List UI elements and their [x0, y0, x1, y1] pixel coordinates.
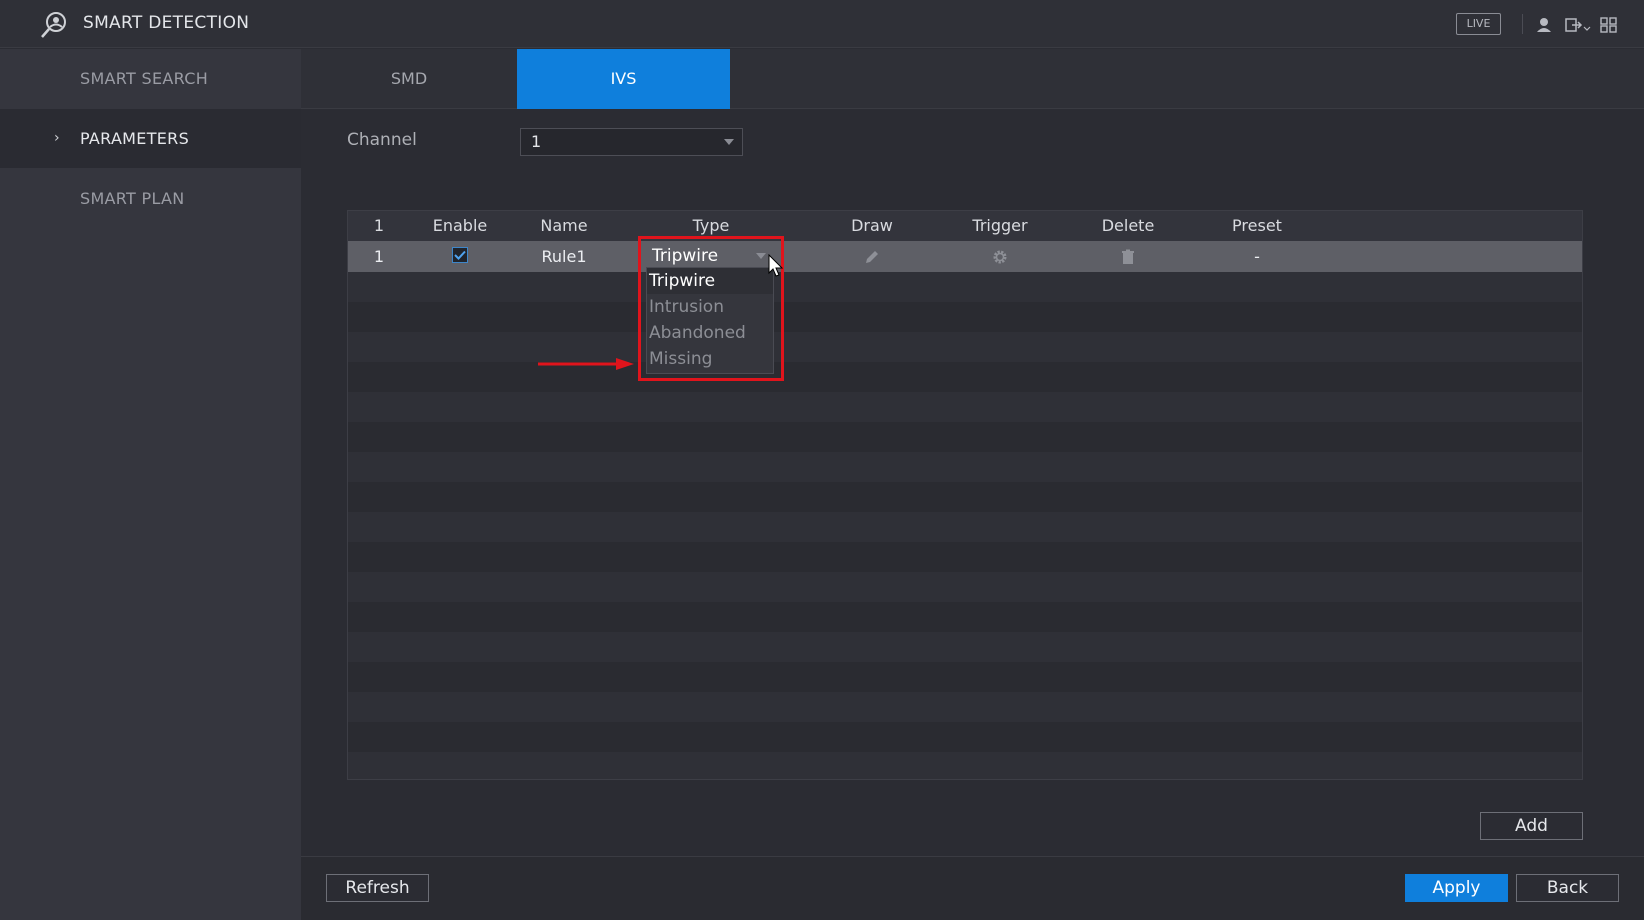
table-row — [348, 332, 1582, 362]
sidebar-item-smart-plan[interactable]: SMART PLAN — [0, 169, 301, 228]
title-bar: SMART DETECTION LIVE — [0, 0, 1644, 48]
gear-icon[interactable] — [991, 248, 1009, 266]
table-row — [348, 692, 1582, 722]
type-select[interactable]: Tripwire — [648, 244, 774, 268]
refresh-button[interactable]: Refresh — [326, 874, 429, 902]
rule-preset: - — [1254, 247, 1260, 266]
header-type: Type — [692, 216, 730, 235]
dropdown-option-tripwire[interactable]: Tripwire — [647, 268, 773, 294]
grid-icon[interactable] — [1598, 14, 1620, 36]
enable-checkbox[interactable] — [452, 247, 468, 263]
table-row — [348, 632, 1582, 662]
sidebar-item-label: PARAMETERS — [80, 129, 190, 148]
rule-name: Rule1 — [541, 247, 587, 266]
channel-select[interactable]: 1 — [520, 128, 743, 156]
user-icon[interactable] — [1533, 14, 1555, 36]
table-row — [348, 722, 1582, 752]
add-button[interactable]: Add — [1480, 812, 1583, 840]
dropdown-option-missing[interactable]: Missing — [647, 346, 773, 372]
table-row[interactable] — [348, 241, 1582, 272]
mouse-cursor-icon — [768, 254, 784, 277]
sidebar-item-label: SMART PLAN — [80, 189, 185, 208]
smart-detection-icon — [41, 12, 66, 38]
table-row — [348, 422, 1582, 452]
row-index: 1 — [373, 247, 385, 266]
tab-bar: SMD IVS — [301, 49, 1644, 109]
sidebar-item-label: SMART SEARCH — [80, 69, 209, 88]
table-header — [348, 211, 1582, 241]
chevron-down-icon — [756, 253, 766, 259]
header-preset: Preset — [1232, 216, 1282, 235]
table-row — [348, 602, 1582, 632]
channel-value: 1 — [531, 132, 542, 151]
trash-icon[interactable] — [1119, 248, 1137, 266]
rules-table: 1 Enable Name Type Draw Trigger Delete P… — [347, 210, 1583, 780]
table-row — [348, 392, 1582, 422]
apply-button[interactable]: Apply — [1405, 874, 1508, 902]
back-button[interactable]: Back — [1516, 874, 1619, 902]
table-row — [348, 452, 1582, 482]
checkmark-icon — [454, 250, 466, 260]
chevron-down-icon — [724, 139, 734, 145]
sidebar: SMART SEARCH › PARAMETERS SMART PLAN — [0, 49, 301, 920]
sidebar-item-smart-search[interactable]: SMART SEARCH — [0, 49, 301, 108]
table-row — [348, 362, 1582, 392]
table-row — [348, 542, 1582, 572]
pencil-icon[interactable] — [863, 248, 881, 266]
channel-label: Channel — [347, 130, 417, 150]
table-row — [348, 302, 1582, 332]
type-dropdown-menu: Tripwire Intrusion Abandoned Missing — [646, 267, 774, 374]
chevron-right-icon: › — [54, 130, 60, 146]
sidebar-item-parameters[interactable]: › PARAMETERS — [0, 109, 301, 168]
table-row — [348, 482, 1582, 512]
table-row — [348, 662, 1582, 692]
tab-smd[interactable]: SMD — [301, 49, 517, 109]
live-button[interactable]: LIVE — [1456, 13, 1501, 35]
header-enable: Enable — [432, 216, 488, 235]
header-delete: Delete — [1101, 216, 1155, 235]
header-index: 1 — [373, 216, 385, 235]
page-title: SMART DETECTION — [83, 13, 250, 33]
type-selected-value: Tripwire — [652, 246, 719, 266]
dropdown-option-abandoned[interactable]: Abandoned — [647, 320, 773, 346]
table-row — [348, 752, 1582, 779]
table-row — [348, 572, 1582, 602]
annotation-arrow-icon — [538, 358, 634, 370]
header-trigger: Trigger — [972, 216, 1028, 235]
header-name: Name — [540, 216, 588, 235]
divider — [1522, 14, 1523, 34]
dropdown-option-intrusion[interactable]: Intrusion — [647, 294, 773, 320]
table-row — [348, 272, 1582, 302]
table-row — [348, 512, 1582, 542]
header-draw: Draw — [851, 216, 893, 235]
tab-ivs[interactable]: IVS — [517, 49, 730, 109]
logout-icon[interactable] — [1563, 14, 1591, 36]
